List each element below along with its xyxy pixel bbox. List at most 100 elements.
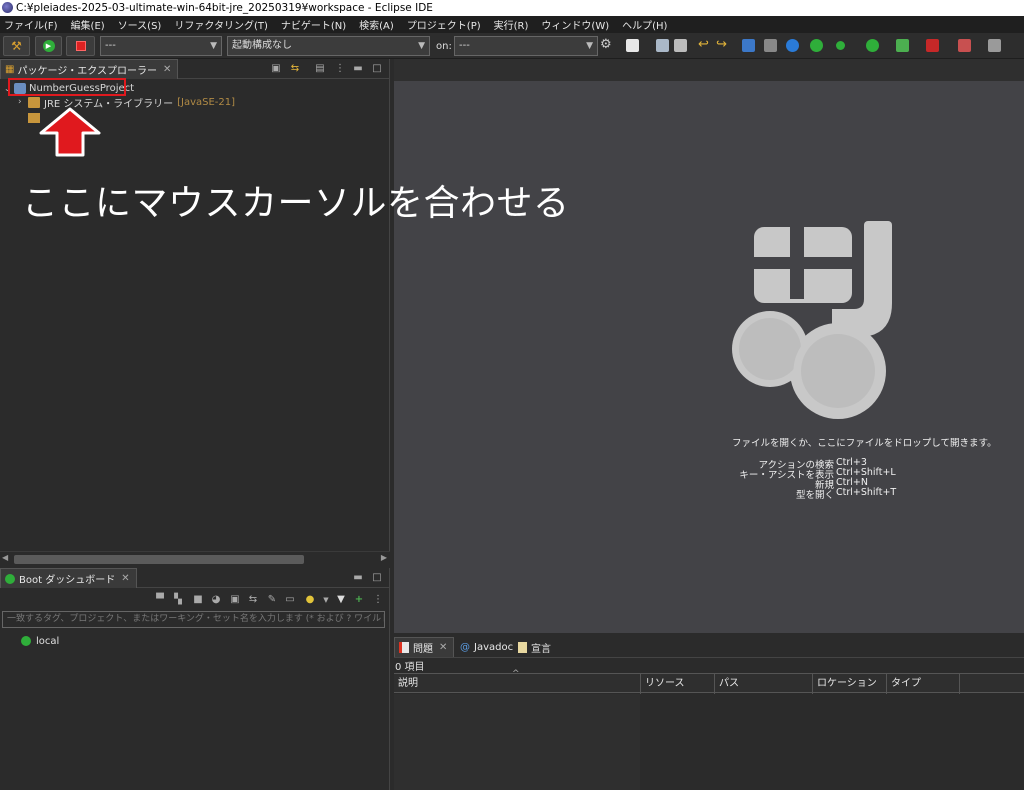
save-all-icon[interactable] (674, 39, 687, 52)
launch-mode-combo[interactable]: --- ▼ (100, 36, 222, 56)
problems-table-body (394, 694, 640, 790)
declaration-tab-label: 宣言 (531, 643, 551, 655)
eclipse-j-logo (732, 221, 892, 419)
tree-item-jre[interactable]: › JRE システム・ライブラリー [JavaSE-21] (0, 94, 235, 110)
on-label: on: (436, 41, 452, 52)
coverage-icon[interactable] (896, 39, 909, 52)
launch-target-combo[interactable]: --- ▼ (454, 36, 598, 56)
instruction-annotation: ここにマウスカーソルを合わせる (22, 183, 570, 224)
problems-tab-label: 問題 (413, 644, 433, 655)
window-titlebar: C:¥pleiades-2025-03-ultimate-win-64bit-j… (0, 0, 1024, 16)
start-icon[interactable]: ▀ (154, 594, 166, 606)
problems-tab-bar: 問題 ✕ @ Javadoc 宣言 (394, 637, 1024, 658)
highlight-box (8, 78, 126, 96)
save-icon[interactable] (656, 39, 669, 52)
boot-dashboard-header: Boot ダッシュボード ✕ ▬ □ (0, 568, 389, 588)
chevron-down-icon: ▼ (210, 41, 217, 51)
filter-icon[interactable]: ▤ (314, 63, 326, 75)
debug-start-icon[interactable]: ▚ (172, 594, 184, 606)
console-icon[interactable] (742, 39, 755, 52)
gear-icon[interactable]: ⚙ (600, 37, 613, 52)
menu-run[interactable]: 実行(R) (494, 17, 529, 32)
tab-package-explorer[interactable]: ▦ パッケージ・エクスプローラー ✕ (0, 59, 179, 79)
editor-area[interactable]: ファイルを開くか、ここにファイルをドロップして開きます。 アクションの検索 Ct… (394, 59, 1024, 633)
stop-button[interactable] (66, 36, 95, 56)
column-location[interactable]: ロケーション (812, 674, 886, 694)
package-explorer-icon: ▦ (5, 64, 15, 75)
chevron-right-icon[interactable]: › (18, 97, 28, 107)
task-icon[interactable] (958, 39, 971, 52)
scroll-right-icon[interactable]: ▶ (381, 553, 387, 562)
view-menu-icon[interactable]: ⋮ (372, 594, 384, 606)
minimize-icon[interactable]: ▬ (352, 63, 364, 75)
collapse-all-icon[interactable]: ▣ (270, 63, 282, 75)
red-up-arrow-icon (39, 107, 101, 157)
scrollbar-thumb[interactable] (14, 555, 304, 564)
settings-icon[interactable] (786, 39, 799, 52)
launch-config-value: 起動構成なし (232, 40, 292, 51)
terminal-icon[interactable] (764, 39, 777, 52)
properties-icon[interactable]: ▭ (284, 594, 296, 606)
menu-refactor[interactable]: リファクタリング(T) (174, 17, 268, 32)
scroll-left-icon[interactable]: ◀ (2, 553, 8, 562)
boot-icon (5, 573, 15, 584)
horizontal-scrollbar[interactable]: ◀ ▶ (0, 551, 390, 565)
menu-help[interactable]: ヘルプ(H) (622, 17, 667, 32)
tab-problems[interactable]: 問題 ✕ (394, 637, 455, 657)
refresh-icon[interactable]: ⇆ (247, 594, 259, 606)
lightbulb-icon[interactable]: ● (304, 594, 316, 606)
close-icon[interactable]: ✕ (439, 642, 447, 653)
run-button[interactable]: ▶ (35, 36, 62, 56)
debug-icon[interactable] (836, 41, 845, 50)
build-button[interactable]: ⚒ (3, 36, 30, 56)
launch-target-value: --- (459, 40, 470, 51)
filter-icon[interactable]: ▼ (335, 594, 347, 606)
menu-file[interactable]: ファイル(F) (4, 17, 58, 32)
close-icon[interactable]: ✕ (121, 573, 129, 584)
maximize-icon[interactable]: □ (371, 572, 383, 584)
column-type[interactable]: タイプ (886, 674, 959, 694)
console-icon[interactable]: ▣ (229, 594, 241, 606)
chevron-down-icon[interactable]: ▼ (320, 594, 332, 606)
problems-table-header: 説明 ^ リソース パス ロケーション タイプ (394, 669, 1024, 694)
menu-search[interactable]: 検索(A) (359, 17, 394, 32)
edit-icon[interactable]: ✎ (266, 594, 278, 606)
maximize-icon[interactable]: □ (371, 63, 383, 75)
minimize-icon[interactable]: ▬ (352, 572, 364, 584)
menu-window[interactable]: ウィンドウ(W) (541, 17, 609, 32)
launch-mode-value: --- (105, 40, 116, 51)
boot-dashboard-filter-input[interactable]: 一致するタグ、プロジェクト、またはワーキング・セット名を入力します (* および… (2, 611, 385, 628)
boot-item-local[interactable]: local (0, 633, 59, 649)
new-folder-icon[interactable] (626, 39, 639, 52)
tab-javadoc[interactable]: @ Javadoc (456, 637, 519, 657)
boot-dashboard-pane: Boot ダッシュボード ✕ ▬ □ ▀ ▚ ■ ◕ ▣ ⇆ ✎ ▭ ● ▼ ▼… (0, 568, 390, 790)
javadoc-icon: @ (460, 641, 470, 653)
tab-declaration[interactable]: 宣言 (514, 637, 557, 657)
boot-icon (21, 636, 31, 646)
run-as-icon[interactable] (866, 39, 879, 52)
redo-icon[interactable]: ↪ (716, 37, 729, 52)
tree-item-src[interactable] (0, 110, 40, 126)
search-icon[interactable] (988, 39, 1001, 52)
view-menu-icon[interactable]: ⋮ (334, 63, 346, 75)
link-with-editor-icon[interactable]: ⇆ (289, 63, 301, 75)
close-icon[interactable]: ✕ (163, 64, 171, 75)
menu-edit[interactable]: 編集(E) (71, 17, 105, 32)
menu-project[interactable]: プロジェクト(P) (407, 17, 481, 32)
stop-icon[interactable]: ■ (192, 594, 204, 606)
filter-placeholder: 一致するタグ、プロジェクト、またはワーキング・セット名を入力します (* および… (7, 614, 384, 624)
launch-config-combo[interactable]: 起動構成なし ▼ (227, 36, 430, 56)
add-icon[interactable]: + (353, 594, 365, 606)
menu-navigate[interactable]: ナビゲート(N) (281, 17, 346, 32)
column-path[interactable]: パス (714, 674, 812, 694)
hammer-icon: ⚒ (11, 39, 22, 53)
open-file-hint: ファイルを開くか、ここにファイルをドロップして開きます。 (732, 438, 997, 449)
undo-icon[interactable]: ↩ (698, 37, 711, 52)
menu-source[interactable]: ソース(S) (118, 17, 162, 32)
browser-icon[interactable]: ◕ (210, 594, 222, 606)
chevron-down-icon: ▼ (586, 41, 593, 51)
tab-boot-dashboard[interactable]: Boot ダッシュボード ✕ (0, 568, 137, 588)
external-tools-icon[interactable] (926, 39, 939, 52)
boot-icon[interactable] (810, 39, 823, 52)
column-resource[interactable]: リソース (640, 674, 714, 694)
